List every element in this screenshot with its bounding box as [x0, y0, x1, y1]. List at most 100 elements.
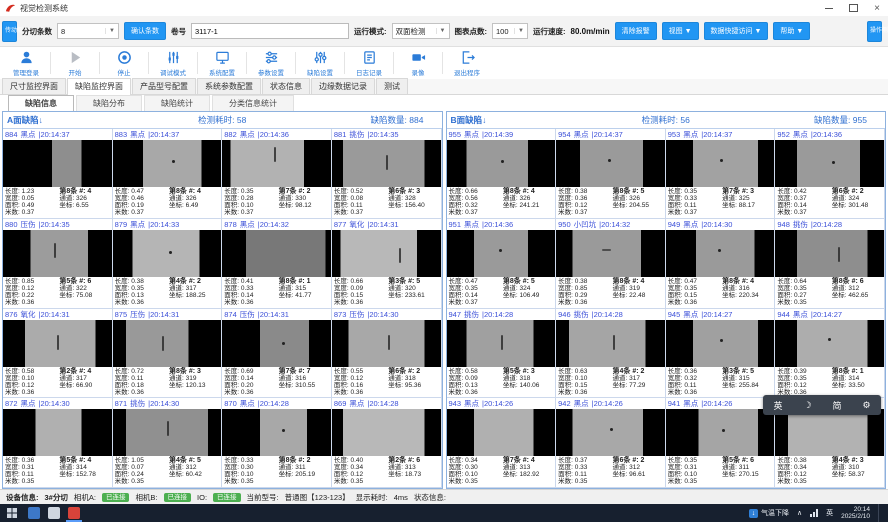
defect-info-left: 长度: 0.69宽度: 0.14面积: 0.20米数: 0.36	[224, 368, 278, 397]
chart-points-select[interactable]: 100 ▼	[492, 23, 528, 39]
taskbar-app-browser[interactable]	[48, 507, 60, 519]
defect-cell[interactable]: 877氧化|20:14:31长度: 0.66宽度: 0.09面积: 0.15米数…	[332, 219, 442, 309]
roll-number-input[interactable]	[191, 23, 349, 39]
main-tab-4[interactable]: 状态信息	[262, 78, 310, 94]
defect-cell[interactable]: 884黑点|20:14:37长度: 1.23宽度: 0.05面积: 0.49米数…	[3, 129, 113, 219]
clock[interactable]: 20:14 2025/2/10	[841, 506, 870, 521]
taskbar-app-file-explorer[interactable]	[28, 507, 40, 519]
main-tab-0[interactable]: 尺寸监控界面	[2, 78, 66, 94]
defect-cell[interactable]: 944黑点|20:14:27长度: 0.39宽度: 0.35面积: 0.12米数…	[775, 309, 885, 399]
info-line: 宽度: 0.35	[777, 375, 831, 382]
show-desktop-button[interactable]	[878, 504, 883, 522]
sub-tab-1[interactable]: 缺陷分布	[76, 95, 142, 112]
operator-side-button[interactable]: 操作侧	[867, 21, 882, 42]
action-log[interactable]: 日志记录	[347, 50, 391, 77]
action-tune[interactable]: 调试模式	[151, 50, 195, 77]
main-tab-2[interactable]: 产品型号配置	[132, 78, 196, 94]
defect-cell[interactable]: 947挑伤|20:14:28长度: 0.58宽度: 0.09面积: 0.13米数…	[447, 309, 557, 399]
action-hparams[interactable]: 参数设置	[249, 50, 293, 77]
maximize-button[interactable]	[849, 4, 858, 12]
info-line: 坐标: 6.49	[169, 202, 219, 209]
sub-tab-2[interactable]: 缺陷统计	[144, 95, 210, 112]
night-mode-icon[interactable]: ☽	[803, 400, 811, 411]
defect-cell[interactable]: 946挑伤|20:14:28长度: 0.63宽度: 0.10面积: 0.15米数…	[556, 309, 666, 399]
main-tab-5[interactable]: 边缘数据记录	[311, 78, 375, 94]
defect-cell[interactable]: 870黑点|20:14:28长度: 0.33宽度: 0.30面积: 0.10米数…	[222, 398, 332, 488]
defect-cell[interactable]: 874压伤|20:14:31长度: 0.69宽度: 0.14面积: 0.20米数…	[222, 309, 332, 399]
tray-expand-icon[interactable]: ∧	[797, 509, 802, 517]
defect-cell[interactable]: 950小凹坑|20:14:32长度: 0.38宽度: 0.85面积: 0.29米…	[556, 219, 666, 309]
action-exit[interactable]: 退出程序	[445, 50, 489, 77]
run-mode-select[interactable]: 双面检测 ▼	[392, 23, 450, 39]
main-tab-3[interactable]: 系统参数配置	[197, 78, 261, 94]
close-button[interactable]: ×	[874, 4, 880, 13]
defect-cell[interactable]: 875压伤|20:14:31长度: 0.72宽度: 0.11面积: 0.18米数…	[113, 309, 223, 399]
weather-widget[interactable]: ↓ 气温下降	[749, 508, 789, 518]
main-tab-1[interactable]: 缺陷监控界面	[67, 78, 131, 95]
defect-cell[interactable]: 878黑点|20:14:32长度: 0.41宽度: 0.33面积: 0.14米数…	[222, 219, 332, 309]
defect-cell[interactable]: 880压伤|20:14:35长度: 0.85宽度: 0.12面积: 0.22米数…	[3, 219, 113, 309]
info-line: 米数: 0.36	[334, 299, 388, 306]
ime-settings-icon[interactable]: ⚙	[862, 400, 870, 411]
action-monitor[interactable]: 系统配置	[200, 50, 244, 77]
sub-tab-0[interactable]: 缺陷信息	[8, 95, 74, 112]
defect-time: |20:14:26	[482, 399, 513, 408]
view-menu-button[interactable]: 视图 ▼	[662, 22, 699, 40]
defect-cell[interactable]: 873压伤|20:14:30长度: 0.55宽度: 0.12面积: 0.16米数…	[332, 309, 442, 399]
lang-en-icon[interactable]: 英	[773, 399, 782, 412]
network-signal-icon[interactable]	[810, 509, 818, 517]
defect-cell[interactable]: 876氧化|20:14:31长度: 0.58宽度: 0.10面积: 0.12米数…	[3, 309, 113, 399]
defect-cell[interactable]: 869黑点|20:14:28长度: 0.40宽度: 0.34面积: 0.12米数…	[332, 398, 442, 488]
defect-cell[interactable]: 872黑点|20:14:30长度: 0.36宽度: 0.31面积: 0.11米数…	[3, 398, 113, 488]
minimize-button[interactable]	[825, 8, 833, 9]
info-line: 米数: 0.37	[668, 209, 722, 216]
info-line: 通道: 326	[503, 195, 553, 202]
main-tab-6[interactable]: 测试	[376, 78, 408, 94]
info-line: 宽度: 0.12	[5, 285, 59, 292]
info-line: 坐标: 88.17	[722, 202, 772, 209]
defect-image	[113, 140, 222, 187]
defect-cell[interactable]: 955黑点|20:14:39长度: 0.66宽度: 0.56面积: 0.32米数…	[447, 129, 557, 219]
sub-tab-3[interactable]: 分类信息统计	[212, 95, 294, 112]
defect-info: 长度: 0.47宽度: 0.35面积: 0.14米数: 0.37第8条 #: 5…	[447, 277, 556, 308]
defect-cell[interactable]: 945黑点|20:14:27长度: 0.36宽度: 0.32面积: 0.11米数…	[666, 309, 776, 399]
action-vparams[interactable]: 缺陷设置	[298, 50, 342, 77]
defect-cell[interactable]: 941黑点|20:14:26长度: 0.35宽度: 0.31面积: 0.10米数…	[666, 398, 776, 488]
action-play[interactable]: 开始	[53, 50, 97, 77]
action-stop[interactable]: 停止	[102, 50, 146, 77]
clear-alarm-button[interactable]: 清除报警	[615, 22, 657, 40]
defect-cell[interactable]: 883黑点|20:14:37长度: 0.47宽度: 0.46面积: 0.19米数…	[113, 129, 223, 219]
defect-cell[interactable]: 871挑伤|20:14:30长度: 1.05宽度: 0.07面积: 0.24米数…	[113, 398, 223, 488]
defect-cell[interactable]: 952黑点|20:14:36长度: 0.42宽度: 0.37面积: 0.14米数…	[775, 129, 885, 219]
ime-language-indicator[interactable]: 英	[826, 508, 833, 518]
quick-access-menu-button[interactable]: 数据快捷访问 ▼	[704, 22, 769, 40]
help-menu-button[interactable]: 帮助 ▼	[773, 22, 810, 40]
defect-cell[interactable]: 942黑点|20:14:26长度: 0.37宽度: 0.33面积: 0.11米数…	[556, 398, 666, 488]
defect-cell[interactable]: 948挑伤|20:14:28长度: 0.64宽度: 0.35面积: 0.27米数…	[775, 219, 885, 309]
panel-b-title[interactable]: B面缺陷↓	[451, 114, 589, 126]
taskbar-app-inspection[interactable]	[68, 507, 80, 519]
defect-cell[interactable]: 881挑伤|20:14:35长度: 0.52宽度: 0.08面积: 0.11米数…	[332, 129, 442, 219]
info-line: 米数: 0.37	[777, 209, 831, 216]
defect-info-left: 长度: 0.40宽度: 0.34面积: 0.12米数: 0.35	[334, 457, 388, 486]
lang-simplified-icon[interactable]: 简	[832, 399, 841, 412]
defect-info: 长度: 0.85宽度: 0.12面积: 0.22米数: 0.36第5条 #: 6…	[3, 277, 112, 308]
defect-cell[interactable]: 953黑点|20:14:37长度: 0.35宽度: 0.33面积: 0.11米数…	[666, 129, 776, 219]
drive-side-button[interactable]: 传动侧	[2, 21, 17, 42]
model-label: 当前型号:	[247, 492, 279, 503]
confirm-strips-button[interactable]: 确认条数	[124, 22, 166, 40]
action-user[interactable]: 管理登录	[4, 50, 48, 77]
defect-cell-header: 948挑伤|20:14:28	[775, 219, 884, 230]
defect-cell[interactable]: 943黑点|20:14:26长度: 0.34宽度: 0.30面积: 0.10米数…	[447, 398, 557, 488]
panel-a-title[interactable]: A面缺陷↓	[7, 114, 145, 126]
info-line: 长度: 0.69	[224, 368, 278, 375]
start-button[interactable]	[0, 504, 24, 522]
defect-cell[interactable]: 882黑点|20:14:36长度: 0.35宽度: 0.28面积: 0.10米数…	[222, 129, 332, 219]
defect-cell[interactable]: 951黑点|20:14:36长度: 0.47宽度: 0.35面积: 0.14米数…	[447, 219, 557, 309]
defect-cell[interactable]: 879黑点|20:14:33长度: 0.38宽度: 0.35面积: 0.13米数…	[113, 219, 223, 309]
defect-cell[interactable]: 949黑点|20:14:30长度: 0.47宽度: 0.35面积: 0.15米数…	[666, 219, 776, 309]
strip-count-select[interactable]: 8 ▼	[57, 23, 119, 39]
defect-type: 小凹坑	[574, 219, 597, 230]
defect-cell[interactable]: 954黑点|20:14:37长度: 0.38宽度: 0.36面积: 0.12米数…	[556, 129, 666, 219]
action-camera[interactable]: 录像	[396, 50, 440, 77]
